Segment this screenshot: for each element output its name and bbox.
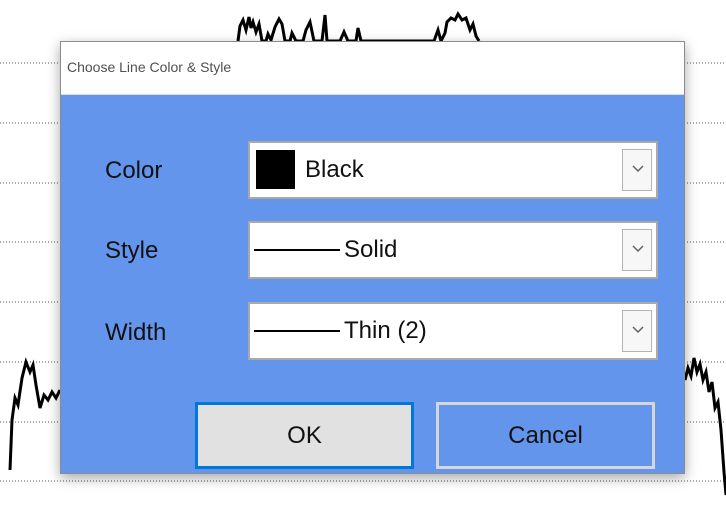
style-value: Solid: [344, 236, 398, 263]
style-label: Style: [105, 237, 159, 264]
dialog-title: Choose Line Color & Style: [67, 59, 232, 75]
width-dropdown-button[interactable]: [622, 310, 652, 352]
chart-line-left: [8, 357, 62, 471]
chart-line-top: [236, 11, 481, 46]
chart-line-right: [683, 357, 726, 496]
chevron-down-icon: [632, 245, 644, 253]
ok-button[interactable]: OK: [195, 402, 414, 469]
style-dropdown[interactable]: Solid: [248, 221, 658, 279]
cancel-button[interactable]: Cancel: [436, 402, 655, 469]
color-dropdown[interactable]: Black: [248, 141, 658, 199]
color-swatch: [256, 150, 295, 189]
chevron-down-icon: [632, 326, 644, 334]
dialog-titlebar: Choose Line Color & Style: [61, 42, 684, 95]
line-style-dialog: Choose Line Color & Style Color Black St…: [60, 41, 685, 474]
width-label: Width: [105, 319, 167, 346]
width-line-sample: [254, 330, 340, 332]
chevron-down-icon: [632, 165, 644, 173]
width-dropdown[interactable]: Thin (2): [248, 302, 658, 360]
color-dropdown-button[interactable]: [622, 149, 652, 191]
style-dropdown-button[interactable]: [622, 229, 652, 271]
color-label: Color: [105, 157, 163, 184]
color-value: Black: [305, 156, 364, 183]
width-value: Thin (2): [344, 317, 427, 344]
style-line-sample: [254, 249, 340, 251]
